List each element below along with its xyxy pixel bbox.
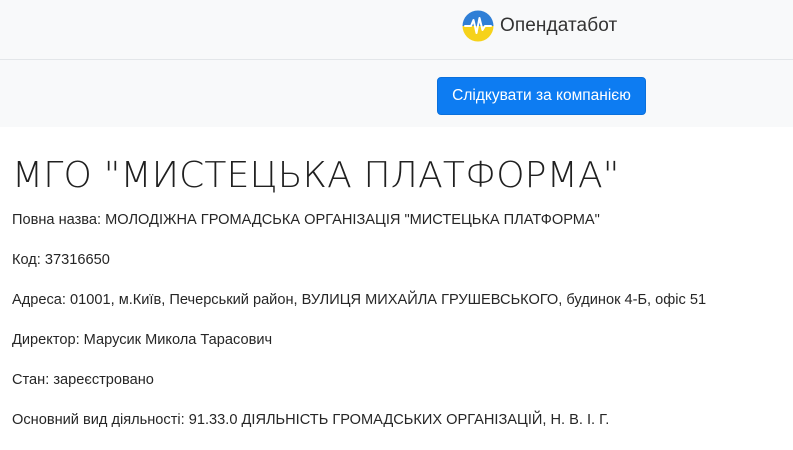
opendatabot-logo-icon bbox=[462, 10, 494, 42]
company-details: МГО "МИСТЕЦЬКА ПЛАТФОРМА" Повна назва: М… bbox=[0, 154, 793, 430]
follow-company-button[interactable]: Слідкувати за компанією bbox=[437, 77, 646, 115]
status-row: Стан: зареєстровано bbox=[12, 372, 154, 388]
brand-link[interactable]: Опендатабот bbox=[462, 10, 617, 42]
director-row: Директор: Марусик Микола Тарасович bbox=[12, 332, 273, 348]
company-title: МГО "МИСТЕЦЬКА ПЛАТФОРМА" bbox=[12, 155, 620, 196]
company-actions-bar: Слідкувати за компанією bbox=[0, 60, 793, 127]
activity-row: Основний вид діяльності: 91.33.0 ДІЯЛЬНІ… bbox=[12, 412, 610, 428]
top-navbar: Опендатабот bbox=[0, 0, 793, 60]
address-row: Адреса: 01001, м.Київ, Печерський район,… bbox=[12, 292, 707, 308]
code-row: Код: 37316650 bbox=[12, 252, 110, 268]
brand-name: Опендатабот bbox=[500, 15, 618, 36]
full-name-row: Повна назва: МОЛОДІЖНА ГРОМАДСЬКА ОРГАНІ… bbox=[12, 212, 600, 228]
